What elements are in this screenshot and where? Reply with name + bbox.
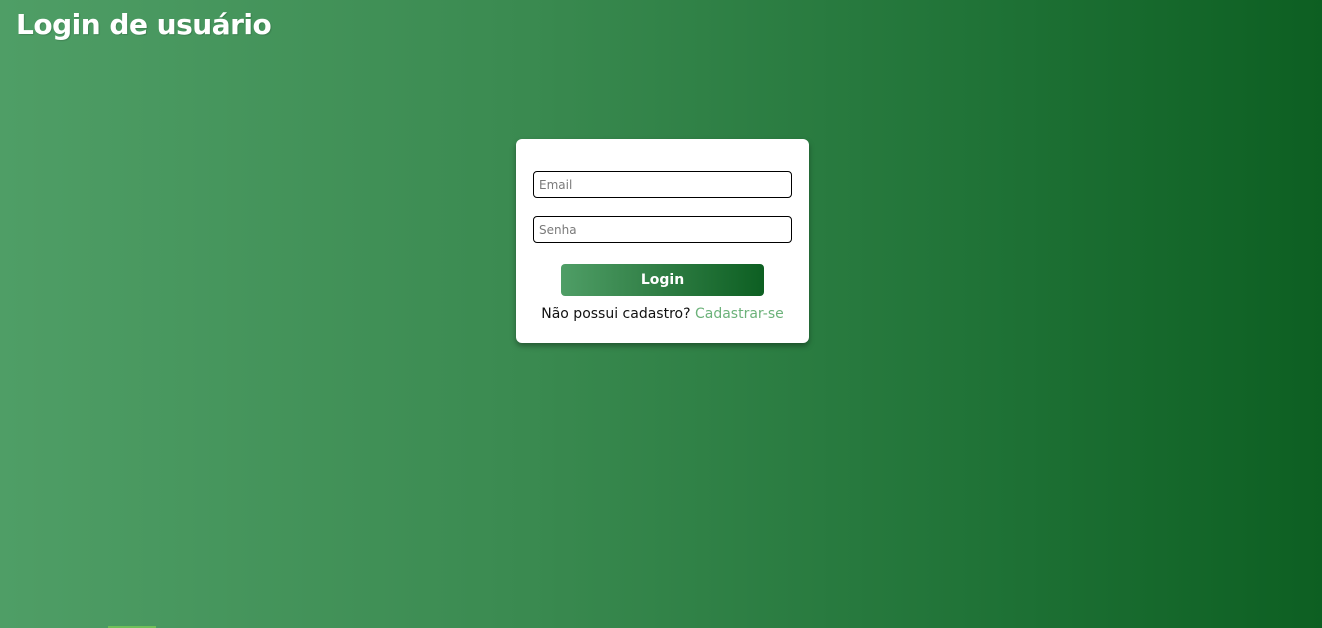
login-page: { "page": { "title": "Login de usuário" … [0,0,1322,628]
page-title: Login de usuário [16,8,272,41]
register-prompt: Não possui cadastro? [541,306,691,322]
login-button[interactable]: Login [561,264,764,296]
email-field[interactable] [533,171,792,198]
register-line: Não possui cadastro? Cadastrar-se [516,306,809,322]
register-link[interactable]: Cadastrar-se [695,306,784,322]
login-card: Login Não possui cadastro? Cadastrar-se [516,139,809,343]
password-field[interactable] [533,216,792,243]
